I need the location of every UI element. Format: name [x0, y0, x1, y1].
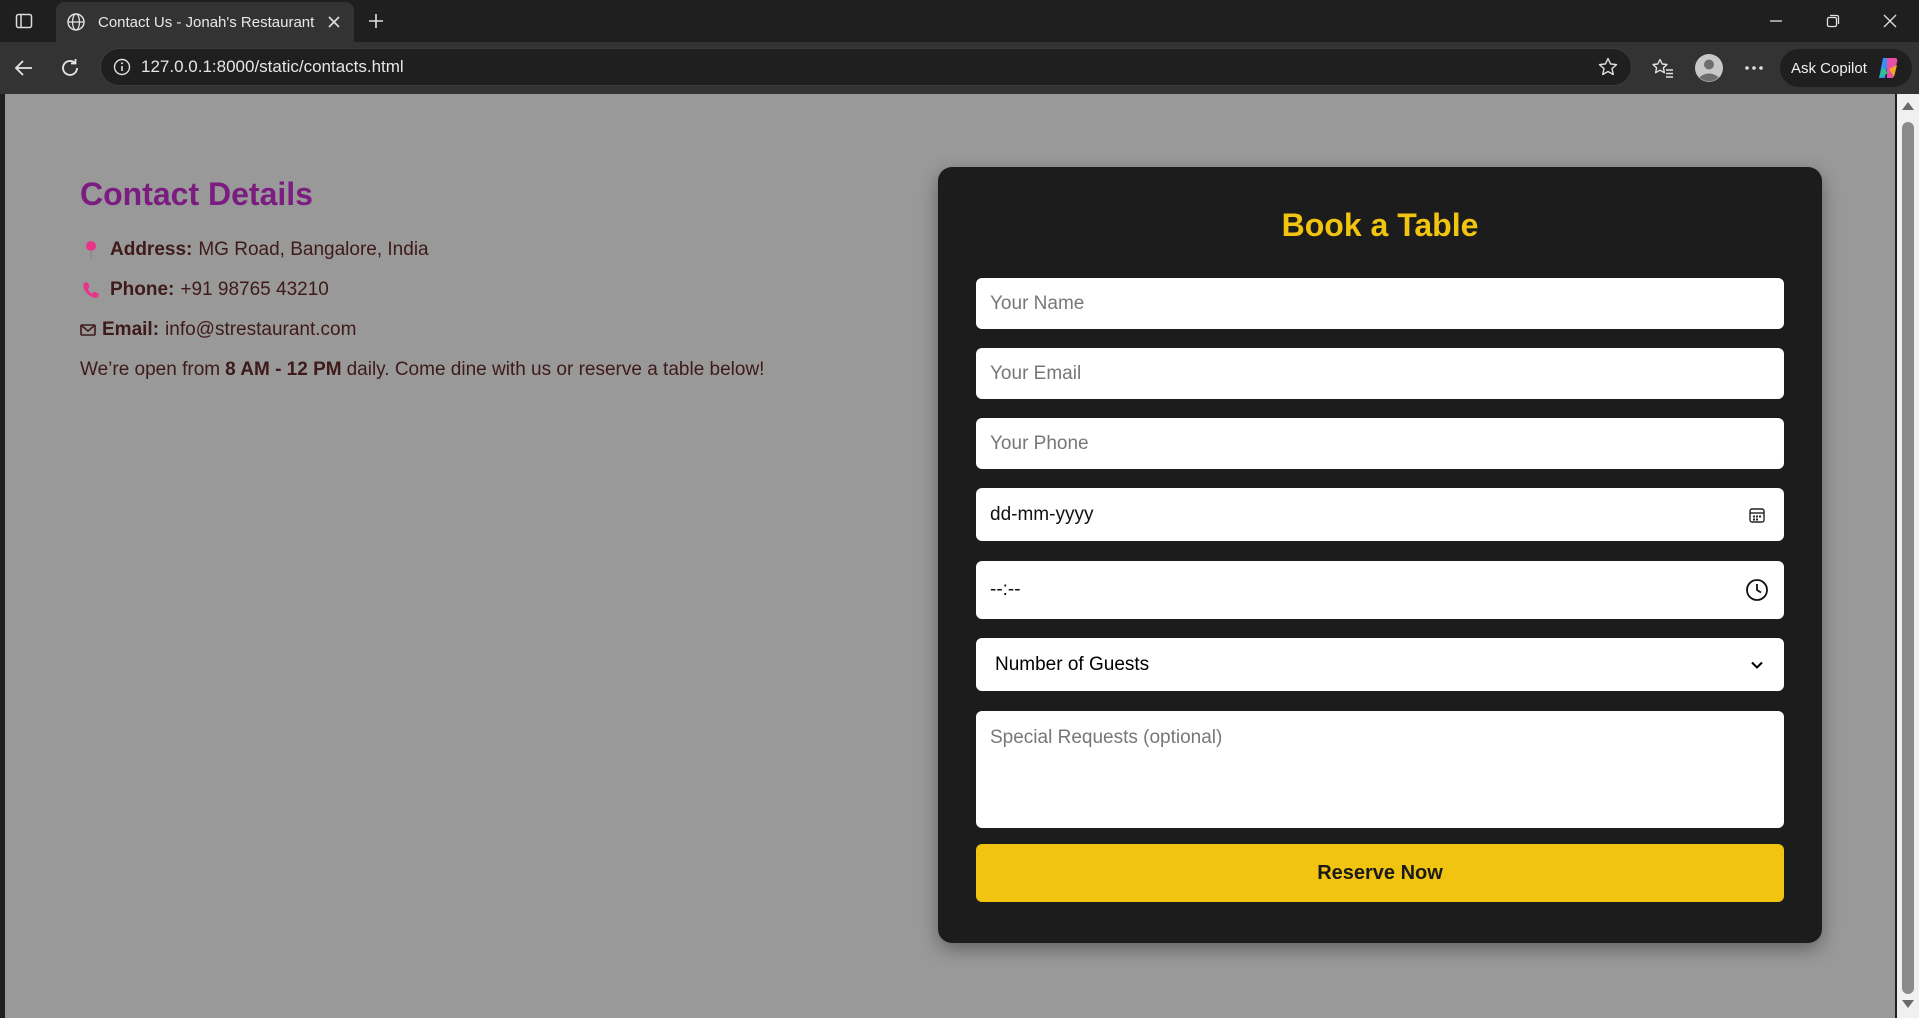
info-icon[interactable]: [111, 56, 133, 78]
plus-icon[interactable]: [362, 7, 390, 35]
page-viewport: Contact Details Address: MG Road, Bangal…: [5, 94, 1895, 1018]
minimize-icon[interactable]: [1756, 6, 1796, 36]
vertical-scrollbar[interactable]: [1897, 94, 1919, 1018]
phone-value: +91 98765 43210: [180, 279, 329, 300]
time-value: --:--: [990, 579, 1021, 600]
sidebar-toggle-icon[interactable]: [10, 8, 38, 34]
hours-suffix: daily. Come dine with us or reserve a ta…: [346, 359, 765, 380]
phone-line: Phone: +91 98765 43210: [80, 270, 900, 310]
copilot-label: Ask Copilot: [1791, 59, 1867, 77]
more-icon[interactable]: [1736, 50, 1772, 86]
clock-icon[interactable]: [1744, 577, 1770, 603]
star-icon[interactable]: [1593, 52, 1623, 82]
email-input[interactable]: [976, 348, 1784, 399]
back-arrow-icon[interactable]: [6, 50, 42, 86]
ask-copilot-button[interactable]: Ask Copilot: [1780, 49, 1912, 87]
phone-input[interactable]: [976, 418, 1784, 469]
hours-bold: 8 AM - 12 PM: [225, 359, 342, 380]
address-label: Address:: [110, 239, 193, 260]
reload-icon[interactable]: [52, 50, 88, 86]
browser-tab-bar: Contact Us - Jonah's Restaurant: [0, 0, 1919, 42]
guests-select[interactable]: Number of Guests: [976, 638, 1784, 691]
browser-tab[interactable]: Contact Us - Jonah's Restaurant: [56, 2, 354, 42]
contact-heading: Contact Details: [80, 176, 313, 212]
reserve-now-button[interactable]: Reserve Now: [976, 844, 1784, 902]
booking-heading: Book a Table: [1281, 207, 1479, 243]
restore-icon[interactable]: [1813, 6, 1853, 36]
browser-toolbar: 127.0.0.1:8000/static/contacts.html Ask …: [0, 42, 1919, 94]
close-icon[interactable]: [320, 8, 348, 36]
phone-label: Phone:: [110, 279, 175, 300]
hours-prefix: We’re open from: [80, 359, 221, 380]
tab-title: Contact Us - Jonah's Restaurant: [98, 13, 315, 31]
envelope-icon: [80, 319, 96, 341]
special-requests-textarea[interactable]: [976, 711, 1784, 828]
calendar-icon[interactable]: [1744, 502, 1770, 528]
url-text[interactable]: 127.0.0.1:8000/static/contacts.html: [141, 57, 1593, 77]
profile-icon[interactable]: [1691, 50, 1727, 86]
email-line: Email: info@strestaurant.com: [80, 310, 900, 350]
opening-hours-text: We’re open from 8 AM - 12 PM daily. Come…: [80, 350, 900, 390]
guests-selected-value: Number of Guests: [995, 653, 1150, 675]
scroll-up-arrow-icon[interactable]: [1902, 102, 1914, 110]
time-input[interactable]: --:--: [976, 561, 1784, 619]
date-value: dd-mm-yyyy: [990, 503, 1094, 525]
scrollbar-thumb[interactable]: [1902, 122, 1914, 994]
address-line: Address: MG Road, Bangalore, India: [80, 230, 900, 270]
copilot-icon: [1878, 58, 1898, 78]
window-close-icon[interactable]: [1870, 6, 1910, 36]
email-value: info@strestaurant.com: [165, 319, 357, 340]
address-value: MG Road, Bangalore, India: [198, 239, 429, 260]
booking-form-card: Book a Table dd-mm-yyyy --:-- Number of …: [938, 167, 1822, 943]
email-label: Email:: [102, 319, 160, 340]
globe-icon: [64, 10, 88, 34]
contact-details-section: Contact Details Address: MG Road, Bangal…: [80, 174, 900, 390]
scroll-down-arrow-icon[interactable]: [1902, 1000, 1914, 1008]
chevron-down-icon[interactable]: [1744, 652, 1770, 678]
phone-icon: [80, 279, 102, 301]
favorites-icon[interactable]: [1645, 50, 1681, 86]
name-input[interactable]: [976, 278, 1784, 329]
pin-icon: [80, 239, 102, 261]
date-input[interactable]: dd-mm-yyyy: [976, 488, 1784, 541]
address-bar[interactable]: 127.0.0.1:8000/static/contacts.html: [100, 48, 1632, 86]
